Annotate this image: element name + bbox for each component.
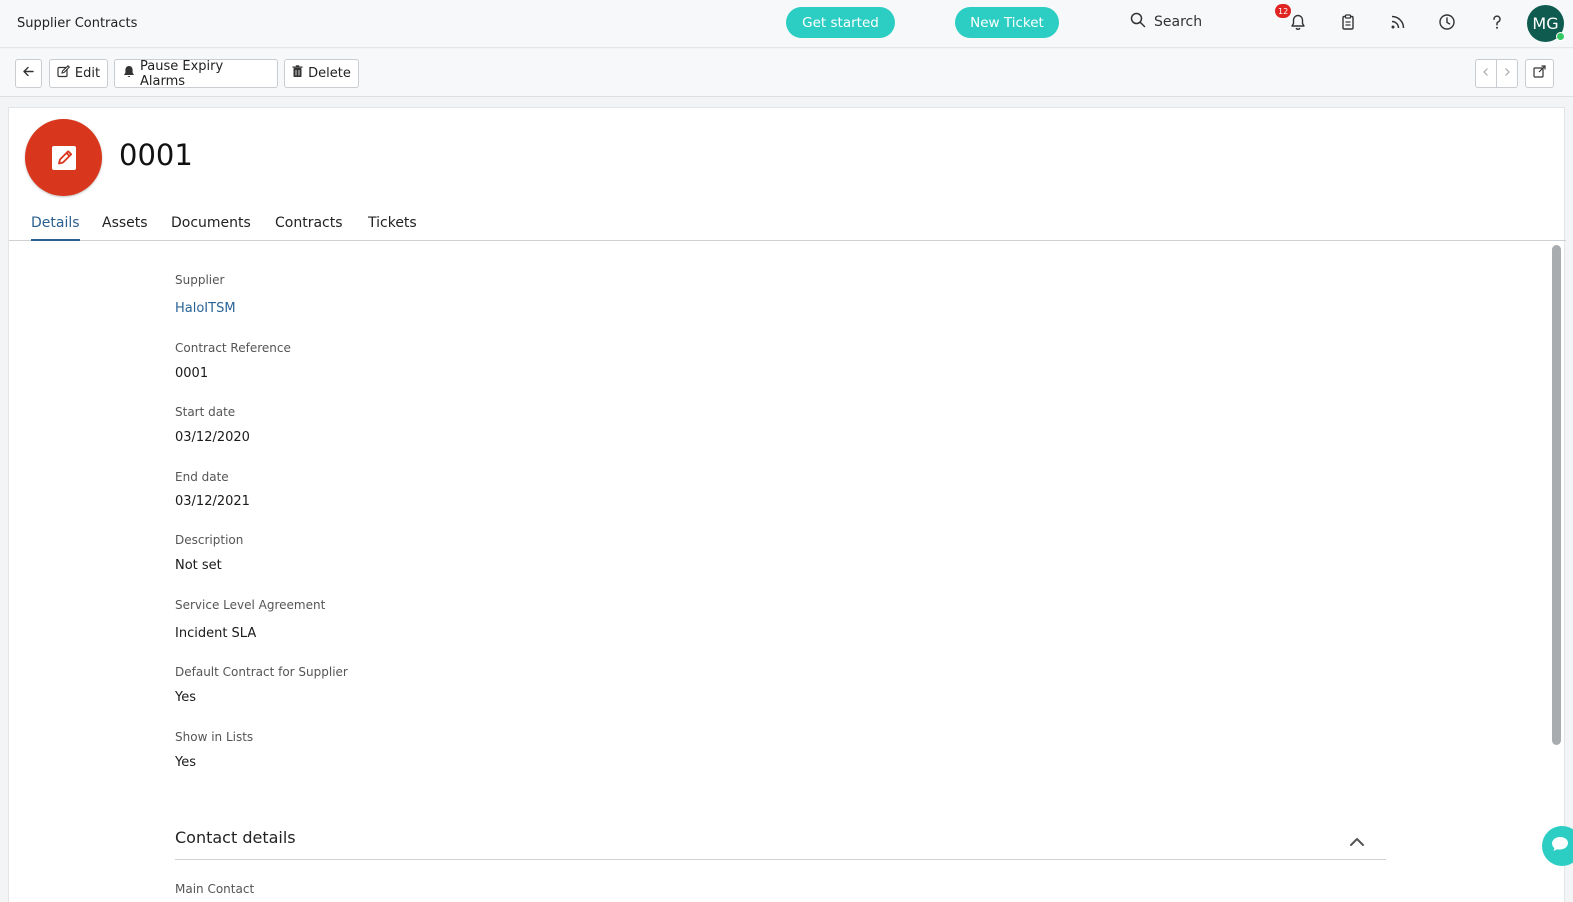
end-date-label: End date — [175, 470, 229, 484]
record-toolbar: Edit Pause Expiry Alarms Delete — [0, 49, 1573, 97]
edit-icon — [57, 65, 70, 82]
description-value: Not set — [175, 558, 222, 573]
edit-label: Edit — [74, 66, 101, 81]
show-in-lists-value: Yes — [175, 755, 196, 770]
record-title: 0001 — [119, 138, 193, 172]
online-status-dot — [1556, 32, 1565, 41]
tab-contracts[interactable]: Contracts — [275, 215, 343, 241]
end-date-value: 03/12/2021 — [175, 494, 250, 509]
sla-value: Incident SLA — [175, 626, 257, 641]
default-contract-label: Default Contract for Supplier — [175, 665, 348, 679]
next-record-button[interactable] — [1496, 59, 1518, 88]
supplier-link[interactable]: HaloITSM — [175, 301, 236, 316]
previous-record-button[interactable] — [1475, 59, 1497, 88]
search-icon — [1130, 12, 1146, 32]
record-card: 0001 Details Assets Documents Contracts … — [8, 107, 1566, 902]
start-date-label: Start date — [175, 405, 236, 419]
open-in-new-window-button[interactable] — [1525, 59, 1554, 88]
contact-details-heading: Contact details — [175, 828, 296, 847]
contract-record-icon — [25, 119, 102, 196]
pause-expiry-alarms-button[interactable]: Pause Expiry Alarms — [114, 58, 278, 89]
clipboard-icon — [1339, 13, 1357, 35]
get-started-button[interactable]: Get started — [786, 7, 895, 38]
edit-button[interactable]: Edit — [49, 59, 108, 88]
feed-button[interactable] — [1386, 12, 1410, 36]
back-button[interactable] — [15, 59, 42, 88]
help-button[interactable] — [1485, 12, 1509, 36]
trash-icon — [292, 65, 303, 82]
tab-tickets[interactable]: Tickets — [368, 215, 417, 241]
help-icon — [1488, 13, 1506, 35]
pause-alarms-label: Pause Expiry Alarms — [140, 58, 224, 89]
record-tabs: Details Assets Documents Contracts Ticke… — [9, 213, 1566, 241]
search-label: Search — [1154, 14, 1203, 30]
chevron-up-icon — [1349, 832, 1365, 851]
tab-documents[interactable]: Documents — [171, 215, 251, 241]
clock-icon — [1438, 13, 1456, 35]
vertical-scrollbar[interactable] — [1552, 245, 1561, 745]
external-link-icon — [1533, 65, 1546, 82]
delete-button[interactable]: Delete — [284, 59, 359, 88]
tab-assets[interactable]: Assets — [102, 215, 148, 241]
show-in-lists-label: Show in Lists — [175, 730, 254, 744]
search-button[interactable]: Search — [1130, 12, 1202, 32]
tab-details[interactable]: Details — [31, 215, 80, 241]
clipboard-button[interactable] — [1336, 12, 1360, 36]
chevron-right-icon — [1503, 66, 1511, 81]
sla-label: Service Level Agreement — [175, 598, 326, 612]
supplier-label: Supplier — [175, 273, 225, 287]
contract-reference-value: 0001 — [175, 366, 209, 381]
top-bar: Supplier Contracts Get started New Ticke… — [0, 0, 1573, 48]
new-ticket-button[interactable]: New Ticket — [955, 7, 1059, 38]
section-divider — [175, 859, 1386, 860]
notification-count-badge: 12 — [1275, 4, 1292, 18]
bell-icon — [123, 65, 135, 82]
description-label: Description — [175, 533, 244, 547]
main-contact-label: Main Contact — [175, 882, 255, 896]
collapse-section-button[interactable] — [1346, 830, 1368, 852]
chevron-left-icon — [1482, 66, 1490, 81]
bell-icon — [1289, 13, 1307, 35]
rss-icon — [1389, 13, 1407, 35]
contract-reference-label: Contract Reference — [175, 341, 291, 355]
default-contract-value: Yes — [175, 690, 196, 705]
start-date-value: 03/12/2020 — [175, 430, 250, 445]
notifications-button[interactable] — [1286, 12, 1310, 36]
history-button[interactable] — [1435, 12, 1459, 36]
arrow-left-icon — [22, 65, 35, 82]
app-title: Supplier Contracts — [17, 16, 138, 31]
delete-label: Delete — [308, 66, 351, 81]
chat-icon — [1550, 835, 1570, 857]
